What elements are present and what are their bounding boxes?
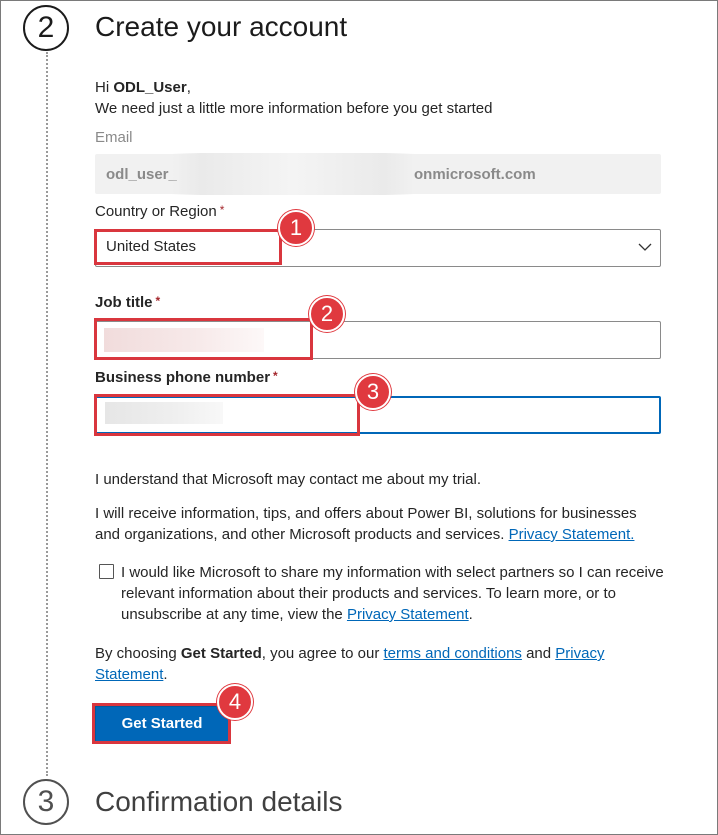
greeting-comma: , (186, 79, 191, 96)
step-number-next: 3 (23, 779, 69, 825)
share-consent-text: I would like Microsoft to share my infor… (121, 562, 666, 625)
country-label: Country or Region * (95, 203, 224, 220)
annotation-highlight-2 (94, 318, 313, 360)
share-consent-period: . (468, 606, 473, 623)
country-label-text: Country or Region (95, 203, 217, 220)
phone-label: Business phone number * (95, 369, 278, 386)
info-consent-text: I will receive information, tips, and of… (95, 503, 665, 545)
annotation-highlight-1 (94, 229, 282, 265)
agreement-prefix: By choosing (95, 645, 177, 662)
agreement-bold: Get Started (180, 645, 262, 662)
job-title-label: Job title * (95, 294, 160, 311)
annotation-highlight-4 (92, 703, 231, 744)
annotation-badge-2: 2 (309, 296, 345, 332)
agreement-mid: , you agree to our (261, 645, 380, 662)
chevron-down-icon (638, 243, 652, 251)
agreement-and: and (526, 645, 552, 662)
required-marker: * (219, 203, 225, 217)
greeting-message: We need just a little more information b… (95, 100, 493, 117)
job-title-label-text: Job title (95, 294, 153, 311)
email-value-end: onmicrosoft.com (414, 166, 536, 183)
privacy-statement-link-2[interactable]: Privacy Statement (347, 606, 469, 623)
contact-consent-text: I understand that Microsoft may contact … (95, 471, 482, 488)
email-label: Email (95, 129, 133, 146)
required-marker: * (155, 294, 161, 308)
share-info-checkbox[interactable] (99, 564, 114, 579)
email-value-start: odl_user_ (106, 166, 177, 183)
annotation-badge-1: 1 (278, 210, 314, 246)
greeting-line: Hi ODL_User, (95, 77, 191, 98)
greeting-hi: Hi (95, 79, 110, 96)
agreement-text: By choosing Get Started, you agree to ou… (95, 643, 665, 685)
greeting-username: ODL_User (113, 79, 187, 96)
step-connector (46, 52, 48, 776)
annotation-badge-4: 4 (217, 684, 253, 720)
page-title: Create your account (95, 11, 348, 42)
email-redaction (172, 153, 414, 195)
required-marker: * (273, 369, 278, 383)
next-step-title: Confirmation details (95, 786, 343, 817)
annotation-highlight-3 (94, 394, 360, 436)
agreement-period: . (163, 666, 168, 683)
phone-label-text: Business phone number (95, 369, 271, 386)
annotation-badge-3: 3 (355, 374, 391, 410)
privacy-statement-link[interactable]: Privacy Statement. (509, 526, 635, 543)
step-number-current: 2 (23, 5, 69, 51)
terms-link[interactable]: terms and conditions (384, 645, 522, 662)
